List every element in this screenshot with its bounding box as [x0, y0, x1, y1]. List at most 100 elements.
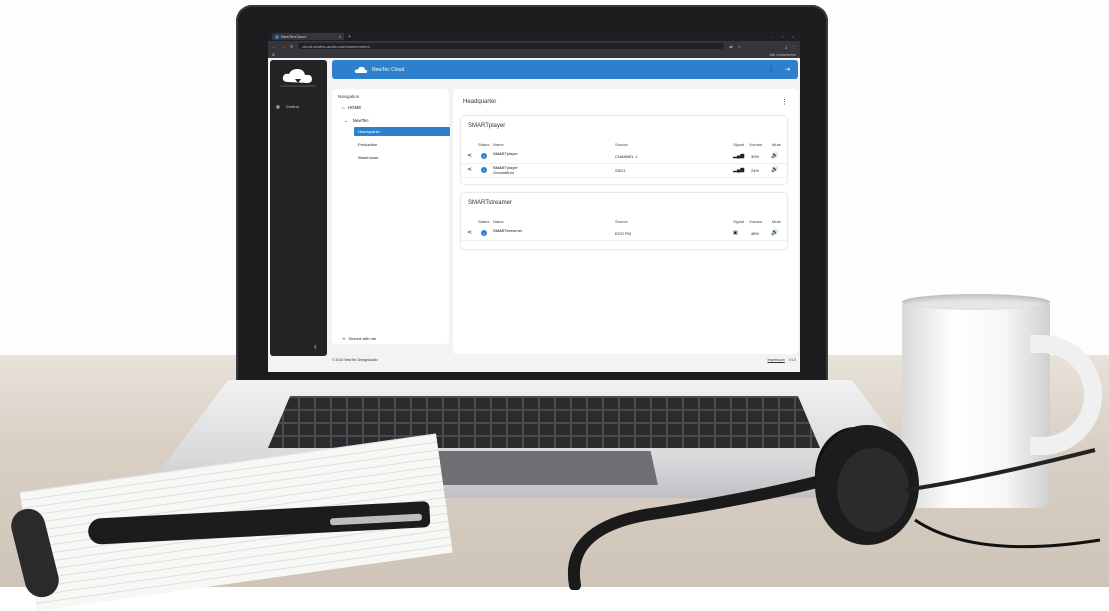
brand: NewTec Cloud	[354, 66, 404, 74]
table-row[interactable]: ⋖ ✓ SMARTplayer Groundfloor Serialnr. SS…	[461, 164, 787, 178]
device-volume[interactable]: 24%	[751, 168, 759, 173]
footer-copyright: © 2024 NewTec DesignAudio	[332, 358, 378, 362]
radio-icon: ▣	[733, 230, 738, 236]
logout-icon[interactable]: ⇥	[785, 66, 790, 73]
nav-shared-label: Shared with me	[348, 336, 377, 341]
status-ok-icon: ✓	[481, 230, 487, 236]
minimize-icon[interactable]: –	[771, 34, 773, 39]
laptop-screen: NewTecCloud × + – □ × ← → ↻ cloud.newtec…	[268, 32, 800, 372]
col-status: Status	[478, 142, 490, 147]
nav-item-label: Production	[358, 142, 378, 147]
home-icon: ⌂	[342, 105, 345, 110]
new-tab-button[interactable]: +	[348, 34, 351, 40]
impressum-link[interactable]: Impressum	[767, 358, 784, 362]
grid-icon: ▦	[276, 104, 280, 109]
close-window-icon[interactable]: ×	[792, 34, 794, 39]
card-title: SMARTstreamer	[468, 200, 512, 206]
device-source: EGO FM	[615, 231, 631, 236]
nav-shared-with-me[interactable]: ⋖ Shared with me	[342, 336, 376, 341]
status-ok-icon: ✓	[481, 153, 487, 159]
close-tab-icon[interactable]: ×	[339, 34, 341, 39]
user-icon[interactable]: 👤	[767, 66, 774, 73]
browser-menu-icon[interactable]: ⋮	[792, 44, 796, 49]
speaker-icon[interactable]: 🔊	[771, 166, 778, 173]
page-title: Headquarter	[463, 99, 497, 105]
speaker-icon[interactable]: 🔊	[771, 229, 778, 236]
nav-item-warehouse[interactable]: Warehouse	[354, 153, 450, 162]
bookmarks-bar: ⊞ Alle Lesezeichen	[268, 51, 800, 58]
signal-icon: ▂▄▆	[733, 167, 745, 173]
coffee-mug-rim	[902, 294, 1050, 310]
translate-icon[interactable]: ⇄	[729, 44, 732, 49]
address-bar[interactable]: cloud.newtec-audio.com/home/control	[298, 43, 725, 49]
brand-name: NewTec Cloud	[372, 66, 405, 73]
browser-tabbar: NewTecCloud × + – □ ×	[268, 32, 800, 41]
reload-icon[interactable]: ↻	[290, 44, 293, 49]
card-title: SMARTplayer	[468, 123, 506, 129]
device-card-smartstreamer: SMARTstreamer Status Name Source Signal …	[461, 193, 787, 249]
forward-icon[interactable]: →	[281, 44, 285, 49]
apps-icon[interactable]: ⊞	[272, 53, 275, 57]
collapse-sidebar-icon[interactable]: ‹	[314, 342, 317, 351]
main-panel: Headquarter ⋮ SMARTplayer Status Name So…	[453, 89, 798, 354]
col-source: Source	[615, 219, 628, 224]
browser-tab-title: NewTecCloud	[281, 34, 306, 39]
top-app-bar: NewTec Cloud 👤 ⇥	[332, 60, 798, 79]
device-serial: Serialnr.	[493, 229, 505, 233]
left-sidebar: ▦ Control ‹	[270, 60, 327, 356]
cloud-logo-icon	[280, 69, 316, 87]
col-name: Name	[493, 219, 504, 224]
col-mute: Mute	[772, 142, 781, 147]
cloud-brand-icon	[354, 66, 368, 73]
all-bookmarks-link[interactable]: Alle Lesezeichen	[770, 53, 796, 57]
col-signal: Signal	[733, 142, 745, 147]
share-icon[interactable]: ⋖	[467, 166, 472, 173]
share-icon[interactable]: ⋖	[467, 152, 472, 159]
device-serial: Serialnr.	[493, 152, 505, 156]
browser-toolbar: ← → ↻ cloud.newtec-audio.com/home/contro…	[268, 41, 800, 51]
nav-home-label: HOME	[347, 105, 362, 110]
sidebar-item-control[interactable]: ▦ Control	[276, 104, 299, 109]
navigation-title: Navigation	[338, 94, 360, 99]
download-icon[interactable]: ⤓	[785, 44, 787, 49]
device-volume[interactable]: 30%	[751, 154, 759, 159]
nav-item-label: Headquarter	[358, 129, 381, 134]
nav-org-label: NewTec	[352, 118, 369, 123]
col-mute: Mute	[772, 219, 781, 224]
table-row[interactable]: ⋖ ✓ SMARTstreamer Serialnr. EGO FM ▣ 48%…	[461, 227, 787, 241]
footer-links: Impressum V1.0	[767, 358, 796, 362]
nav-item-label: Warehouse	[358, 155, 379, 160]
address-text: cloud.newtec-audio.com/home/control	[302, 43, 370, 49]
col-volume: Volume	[749, 142, 763, 147]
share-icon: ⋖	[342, 336, 346, 341]
app-root: ▦ Control ‹ NewTec Cloud 👤 ⇥ Navigation …	[268, 58, 800, 372]
navigation-panel: Navigation ⌂ HOME ⌄ NewTec Headquarter P…	[332, 89, 450, 344]
chevron-down-icon: ⌄	[344, 118, 348, 123]
col-status: Status	[478, 219, 490, 224]
back-icon[interactable]: ←	[272, 44, 276, 49]
nav-home[interactable]: ⌂ HOME	[342, 105, 361, 110]
browser-tab[interactable]: NewTecCloud ×	[272, 33, 344, 40]
device-source: CHANNEL 1	[615, 154, 638, 159]
signal-icon: ▂▄▆	[733, 153, 745, 159]
topbar-actions: 👤 ⇥	[767, 66, 798, 73]
maximize-icon[interactable]: □	[781, 34, 783, 39]
nav-org[interactable]: ⌄ NewTec	[344, 118, 369, 124]
favicon-icon	[275, 34, 279, 39]
status-ok-icon: ✓	[481, 167, 487, 173]
col-source: Source	[615, 142, 628, 147]
app-version: V1.0	[788, 358, 796, 362]
more-options-icon[interactable]: ⋮	[781, 98, 788, 106]
share-icon[interactable]: ⋖	[467, 229, 472, 236]
bookmark-star-icon[interactable]: ☆	[738, 44, 742, 49]
nav-item-production[interactable]: Production	[354, 140, 450, 149]
device-volume[interactable]: 48%	[751, 231, 759, 236]
headset-icon	[567, 425, 1101, 590]
speaker-icon[interactable]: 🔊	[771, 152, 778, 159]
col-volume: Volume	[749, 219, 763, 224]
device-serial: Serialnr.	[493, 166, 505, 170]
col-name: Name	[493, 142, 504, 147]
col-signal: Signal	[733, 219, 745, 224]
nav-item-headquarter[interactable]: Headquarter	[354, 127, 450, 136]
table-row[interactable]: ⋖ ✓ SMARTplayer Serialnr. CHANNEL 1 ▂▄▆ …	[461, 150, 787, 164]
